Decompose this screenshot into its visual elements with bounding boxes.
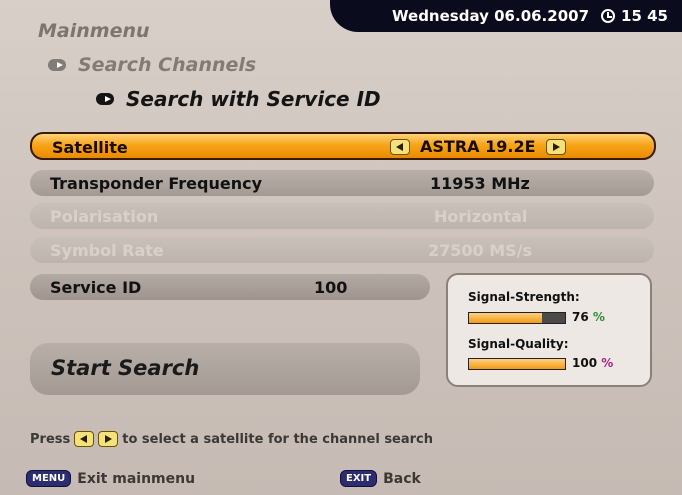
signal-strength-percent: 76 %	[572, 310, 605, 324]
transponder-row[interactable]: Transponder Frequency 11953 MHz	[30, 170, 654, 196]
screen: Wednesday 06.06.2007 15 45 Mainmenu Sear…	[0, 0, 682, 495]
signal-quality-fill	[469, 359, 565, 369]
date-label: Wednesday 06.06.2007	[392, 7, 590, 25]
breadcrumb-search-channels-label: Search Channels	[78, 54, 257, 76]
start-search-label: Start Search	[51, 356, 200, 380]
signal-strength-fill	[469, 313, 542, 323]
signal-quality-bar	[468, 358, 566, 370]
satellite-selector[interactable]: ASTRA 19.2E	[390, 137, 566, 156]
transponder-label: Transponder Frequency	[50, 174, 263, 193]
service-id-label: Service ID	[50, 278, 142, 297]
help-hint: Press to select a satellite for the chan…	[30, 431, 433, 447]
service-id-value[interactable]: 100	[314, 278, 347, 297]
signal-strength-label: Signal-Strength:	[468, 290, 580, 304]
exit-key[interactable]: EXIT	[340, 470, 378, 487]
hint-press: Press	[30, 431, 71, 447]
satellite-value: ASTRA 19.2E	[420, 137, 536, 156]
signal-quality-unit: %	[601, 356, 614, 370]
polarisation-value: Horizontal	[434, 207, 528, 226]
signal-strength-value: 76	[572, 310, 589, 324]
polarisation-row: Polarisation Horizontal	[30, 203, 654, 229]
satellite-label: Satellite	[52, 138, 128, 157]
right-button-icon	[98, 431, 119, 447]
clock: 15 45	[601, 7, 668, 25]
back-label: Back	[383, 470, 421, 487]
clock-icon	[601, 9, 616, 23]
start-search-button[interactable]: Start Search	[30, 343, 420, 395]
signal-quality-value: 100	[572, 356, 598, 370]
status-bar: Wednesday 06.06.2007 15 45	[330, 0, 682, 32]
menu-exit-label: Exit mainmenu	[77, 470, 196, 487]
breadcrumb-mainmenu: Mainmenu	[38, 20, 150, 42]
breadcrumb-search-channels: Search Channels	[48, 54, 256, 76]
left-button-icon[interactable]	[390, 138, 410, 155]
signal-quality-percent: 100 %	[572, 356, 613, 370]
back-action[interactable]: EXIT Back	[340, 470, 421, 487]
signal-strength-unit: %	[592, 310, 605, 324]
transponder-value: 11953 MHz	[430, 174, 530, 193]
signal-strength-bar	[468, 312, 566, 324]
arrow-icon	[96, 93, 114, 105]
menu-key[interactable]: MENU	[26, 470, 72, 487]
menu-exit-action[interactable]: MENU Exit mainmenu	[26, 470, 195, 487]
arrow-icon	[48, 59, 66, 71]
hint-text: to select a satellite for the channel se…	[122, 431, 434, 447]
left-button-icon	[74, 431, 95, 447]
time-label: 15 45	[621, 7, 668, 25]
service-id-row[interactable]: Service ID 100	[30, 274, 430, 300]
page-title-label: Search with Service ID	[126, 87, 381, 111]
symbol-rate-label: Symbol Rate	[50, 241, 164, 260]
symbol-rate-value: 27500 MS/s	[428, 241, 533, 260]
signal-panel: Signal-Strength: 76 % Signal-Quality: 10…	[446, 273, 652, 387]
right-button-icon[interactable]	[545, 138, 566, 155]
page-title: Search with Service ID	[96, 87, 381, 111]
satellite-row[interactable]: Satellite ASTRA 19.2E	[30, 132, 656, 160]
polarisation-label: Polarisation	[50, 207, 159, 226]
signal-quality-label: Signal-Quality:	[468, 337, 569, 351]
symbol-rate-row: Symbol Rate 27500 MS/s	[30, 237, 654, 263]
